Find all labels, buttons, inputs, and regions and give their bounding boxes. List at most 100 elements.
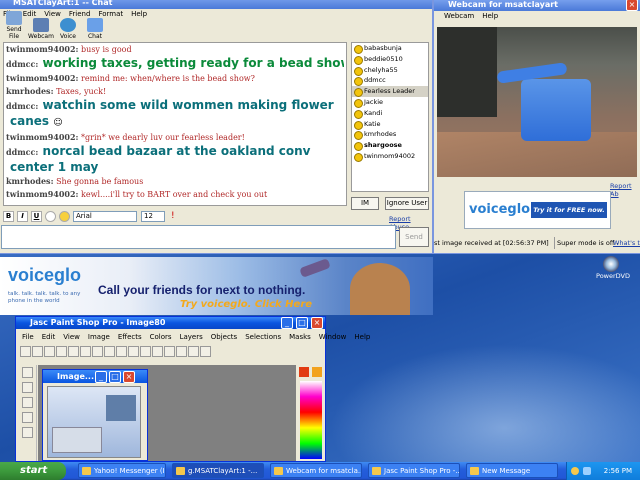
buddy-item[interactable]: chelyha55 xyxy=(352,65,428,76)
buddy-item[interactable]: Fearless Leader xyxy=(352,86,428,97)
menu-help[interactable]: Help xyxy=(354,333,370,341)
im-button[interactable]: IM xyxy=(351,197,379,210)
voice-button[interactable]: Voice xyxy=(55,18,81,40)
buddy-item[interactable]: ddmcc xyxy=(352,75,428,87)
close-button[interactable]: × xyxy=(311,317,323,329)
menu-file[interactable]: File xyxy=(22,333,34,341)
taskbar-item[interactable]: New Message xyxy=(466,463,558,478)
help-icon[interactable] xyxy=(200,346,211,357)
select-tool-icon[interactable] xyxy=(22,397,33,408)
message: center 1 may xyxy=(10,160,99,174)
menu-help[interactable]: Help xyxy=(131,10,147,18)
taskbar-item[interactable]: Jasc Paint Shop Pro -... xyxy=(368,463,460,478)
foreground-color-swatch[interactable] xyxy=(299,367,309,377)
buddy-item[interactable]: Katie xyxy=(352,119,428,130)
start-button[interactable]: start xyxy=(0,462,66,480)
chat-button[interactable]: Chat xyxy=(82,18,108,40)
menu-effects[interactable]: Effects xyxy=(118,333,142,341)
emoticon-button[interactable] xyxy=(59,211,70,222)
message: twinmom94002: *grin* we dearly luv our f… xyxy=(6,132,245,142)
image-canvas[interactable] xyxy=(47,386,141,458)
font-size-select[interactable]: 12 xyxy=(141,211,165,222)
close-button[interactable]: × xyxy=(626,0,638,11)
menu-help[interactable]: Help xyxy=(482,12,498,20)
maximize-button[interactable]: □ xyxy=(109,371,121,383)
psp-workspace: Image... _ □ × xyxy=(38,365,296,461)
arrow-tool-icon[interactable] xyxy=(22,367,33,378)
background-color-swatch[interactable] xyxy=(312,367,322,377)
browse-icon[interactable] xyxy=(116,346,127,357)
crop-tool-icon[interactable] xyxy=(22,412,33,423)
menu-webcam[interactable]: Webcam xyxy=(444,12,474,20)
buddy-item[interactable]: Jackie xyxy=(352,97,428,108)
buzz-icon[interactable]: ! xyxy=(171,211,175,221)
buddy-item[interactable]: beddie0510 xyxy=(352,54,428,65)
layers-icon[interactable] xyxy=(164,346,175,357)
color-icon[interactable] xyxy=(45,211,56,222)
minimize-button[interactable]: _ xyxy=(281,317,293,329)
status-help-link[interactable]: What's th xyxy=(613,237,640,249)
menu-masks[interactable]: Masks xyxy=(289,333,311,341)
zoom-icon[interactable] xyxy=(128,346,139,357)
webcam-button[interactable]: Webcam xyxy=(28,18,54,40)
message: twinmom94002: remind me: when/where is t… xyxy=(6,73,255,83)
move-tool-icon[interactable] xyxy=(22,427,33,438)
chat-icon xyxy=(87,18,103,32)
font-select[interactable]: Arial xyxy=(73,211,137,222)
report-abuse-link[interactable]: Report Ab xyxy=(610,182,640,198)
underline-button[interactable]: U xyxy=(31,211,42,222)
buddy-item[interactable]: shargoose xyxy=(352,140,428,151)
menu-layers[interactable]: Layers xyxy=(180,333,203,341)
buddy-item[interactable]: babasbunja xyxy=(352,43,428,54)
ignore-user-button[interactable]: Ignore User xyxy=(385,197,429,210)
message: twinmom94002: busy is good xyxy=(6,44,132,54)
save-icon[interactable] xyxy=(44,346,55,357)
new-icon[interactable] xyxy=(20,346,31,357)
buddy-item[interactable]: Kandi xyxy=(352,108,428,119)
menu-window[interactable]: Window xyxy=(319,333,347,341)
chat-transcript[interactable]: twinmom94002: busy is good ddmcc: workin… xyxy=(3,42,347,206)
buddy-item[interactable]: kmrhodes xyxy=(352,129,428,141)
maximize-button[interactable]: □ xyxy=(296,317,308,329)
tray-icon[interactable] xyxy=(571,467,579,475)
paste-icon[interactable] xyxy=(104,346,115,357)
status-last-image: st image received at [02:56:37 PM] xyxy=(434,239,549,247)
taskbar-item[interactable]: Webcam for msatcla... xyxy=(270,463,362,478)
volume-icon[interactable] xyxy=(583,467,591,475)
taskbar-item[interactable]: Yahoo! Messenger (I... xyxy=(78,463,166,478)
buddy-item[interactable]: twinmom94002 xyxy=(352,151,428,162)
color-spectrum[interactable] xyxy=(300,381,322,459)
minimize-button[interactable]: _ xyxy=(95,371,107,383)
close-button[interactable]: × xyxy=(123,371,135,383)
send-file-button[interactable]: Send File xyxy=(1,11,27,40)
ruler-icon[interactable] xyxy=(188,346,199,357)
copy-icon[interactable] xyxy=(92,346,103,357)
menu-edit[interactable]: Edit xyxy=(42,333,56,341)
open-icon[interactable] xyxy=(32,346,43,357)
powerdvd-shortcut[interactable]: PowerDVD xyxy=(596,256,630,284)
voiceglo-banner-ad[interactable]: voiceglo talk. talk. talk. talk. to any … xyxy=(0,257,433,315)
send-button[interactable]: Send xyxy=(399,227,429,247)
banner-cta[interactable]: Try voiceglo. Click Here xyxy=(180,299,312,310)
webcam-title: Webcam for msatclayart xyxy=(434,0,640,11)
zoom-tool-icon[interactable] xyxy=(22,382,33,393)
banner-person-image xyxy=(350,263,410,315)
message-input[interactable] xyxy=(1,225,396,249)
voiceglo-small-ad[interactable]: voiceglo Try it for FREE now. xyxy=(464,191,611,229)
screen-icon[interactable] xyxy=(140,346,151,357)
menu-objects[interactable]: Objects xyxy=(211,333,237,341)
grid-icon[interactable] xyxy=(176,346,187,357)
taskbar-item[interactable]: g.MSATClayArt:1 -... xyxy=(172,463,264,478)
banner-tagline: talk. talk. talk. talk. to any phone in … xyxy=(8,291,81,304)
print-icon[interactable] xyxy=(56,346,67,357)
menu-selections[interactable]: Selections xyxy=(245,333,281,341)
redo-icon[interactable] xyxy=(80,346,91,357)
menu-colors[interactable]: Colors xyxy=(150,333,172,341)
undo-icon[interactable] xyxy=(68,346,79,357)
italic-button[interactable]: I xyxy=(17,211,28,222)
bold-button[interactable]: B xyxy=(3,211,14,222)
menu-image[interactable]: Image xyxy=(88,333,110,341)
palette-icon[interactable] xyxy=(152,346,163,357)
menu-view[interactable]: View xyxy=(63,333,80,341)
ad-cta[interactable]: Try it for FREE now. xyxy=(531,202,607,218)
